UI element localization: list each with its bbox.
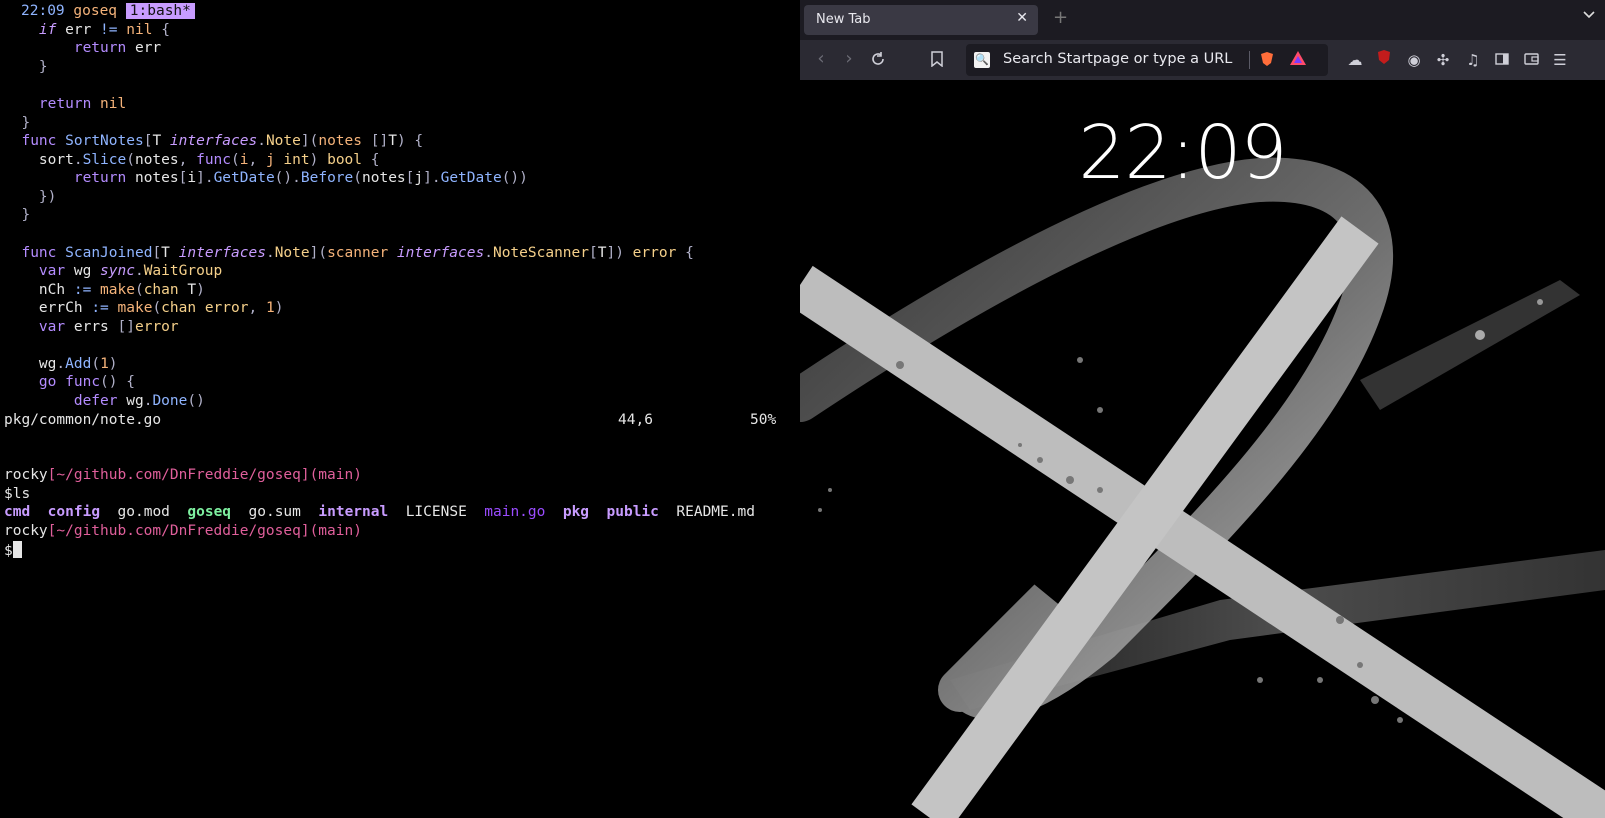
shell-input-line[interactable]: $	[4, 541, 22, 560]
ls-entry: main.go	[484, 504, 546, 520]
extension-cloud-icon[interactable]: ☁	[1344, 49, 1366, 71]
bookmark-icon[interactable]	[926, 48, 948, 70]
code-line: nCh := make(chan T)	[4, 282, 205, 298]
ls-entry: go.sum	[248, 504, 301, 520]
code-line: wg.Add(1)	[4, 356, 118, 372]
code-line: func SortNotes[T interfaces.Note](notes …	[21, 133, 424, 149]
puzzle-extensions-icon[interactable]: ✣	[1432, 49, 1454, 71]
shell-prompt: rocky[~/github.com/DnFreddie/goseq](main…	[4, 466, 362, 485]
ls-entry: go.mod	[117, 504, 170, 520]
shell-command-line: $ls	[4, 485, 30, 504]
music-note-icon[interactable]: ♫	[1462, 49, 1484, 71]
prompt-path: [~/github.com/DnFreddie/goseq]	[47, 523, 310, 539]
vim-statusline-file: pkg/common/note.go	[4, 412, 162, 428]
tab-title: New Tab	[816, 12, 871, 27]
close-icon[interactable]: ✕	[1016, 10, 1028, 26]
tab-strip: New Tab ✕ +	[800, 0, 1605, 40]
reload-icon[interactable]	[867, 48, 889, 70]
hamburger-menu-icon[interactable]: ☰	[1549, 49, 1571, 71]
ls-entry: LICENSE	[405, 504, 467, 520]
ls-entry: config	[47, 504, 101, 520]
code-line: return err	[73, 40, 162, 56]
code-line: return nil	[38, 96, 127, 112]
terminal-pane[interactable]: 22:09 goseq 1:bash* if err != nil { retu…	[0, 0, 800, 818]
ls-entry: README.md	[676, 504, 755, 520]
prompt-user: rocky	[4, 523, 48, 539]
code-line: var wg sync.WaitGroup	[38, 263, 223, 279]
new-tab-clock: 22:09	[1078, 110, 1287, 196]
tmux-status-bar: 22:09 goseq 1:bash*	[21, 2, 195, 21]
prompt-branch: (main)	[309, 523, 362, 539]
chevron-down-icon[interactable]	[1583, 9, 1595, 23]
tmux-session: goseq	[73, 3, 118, 19]
wallet-icon[interactable]	[1520, 49, 1542, 71]
code-line: if err != nil {	[38, 22, 170, 38]
shell-command: ls	[12, 486, 31, 502]
prompt-symbol: $	[4, 543, 13, 559]
ublock-icon[interactable]	[1373, 49, 1395, 71]
brave-rewards-icon[interactable]	[1289, 50, 1307, 70]
prompt-user: rocky	[4, 467, 48, 483]
new-tab-plus-icon[interactable]: +	[1053, 7, 1068, 28]
code-line: }	[21, 115, 31, 131]
ls-entry: internal	[318, 504, 389, 520]
forward-arrow-icon[interactable]: ›	[838, 48, 860, 70]
tmux-window-tab[interactable]: 1:bash*	[125, 3, 195, 19]
ls-output: cmd config go.mod goseq go.sum internal …	[4, 503, 755, 522]
prompt-symbol: $	[4, 486, 13, 502]
vim-statusline-percent: 50%	[750, 412, 777, 428]
ls-entry: pkg	[562, 504, 590, 520]
url-placeholder[interactable]: Search Startpage or type a URL	[1003, 51, 1232, 67]
brave-shield-icon[interactable]	[1260, 51, 1274, 71]
sidebar-icon[interactable]	[1491, 49, 1513, 71]
terminal-cursor	[12, 541, 22, 558]
ls-entry: goseq	[187, 504, 232, 520]
prompt-path: [~/github.com/DnFreddie/goseq]	[47, 467, 310, 483]
extension-mask-icon[interactable]: ◉	[1403, 49, 1425, 71]
ls-entry: public	[606, 504, 659, 520]
url-bar-divider	[1249, 51, 1250, 69]
vim-statusline-position: 44,6	[618, 412, 653, 428]
code-line: var errs []error	[38, 319, 179, 335]
search-engine-icon[interactable]: 🔍	[974, 52, 990, 68]
code-line: })	[38, 189, 57, 205]
nav-toolbar: ‹ › 🔍 Search Startpage or type a URL ☁ ◉…	[800, 40, 1605, 80]
code-line: defer wg.Done()	[73, 393, 205, 409]
code-line: }	[21, 207, 31, 223]
code-line: return notes[i].GetDate().Before(notes[j…	[73, 170, 528, 186]
code-line: func ScanJoined[T interfaces.Note](scann…	[21, 245, 694, 261]
url-bar[interactable]: 🔍 Search Startpage or type a URL	[966, 44, 1328, 76]
shell-prompt: rocky[~/github.com/DnFreddie/goseq](main…	[4, 522, 362, 541]
prompt-branch: (main)	[309, 467, 362, 483]
code-line: go func() {	[38, 374, 135, 390]
tmux-clock: 22:09	[21, 3, 65, 19]
new-tab-page: 22:09	[800, 80, 1605, 818]
code-line: errCh := make(chan error, 1)	[4, 300, 284, 316]
tab-new-tab[interactable]: New Tab ✕	[804, 5, 1038, 35]
code-line: sort.Slice(notes, func(i, j int) bool {	[4, 152, 380, 168]
ls-entry: cmd	[4, 504, 31, 520]
browser-window: New Tab ✕ + ‹ › 🔍 Search Startpage or ty…	[800, 0, 1605, 818]
back-arrow-icon[interactable]: ‹	[810, 48, 832, 70]
code-line: }	[38, 59, 48, 75]
